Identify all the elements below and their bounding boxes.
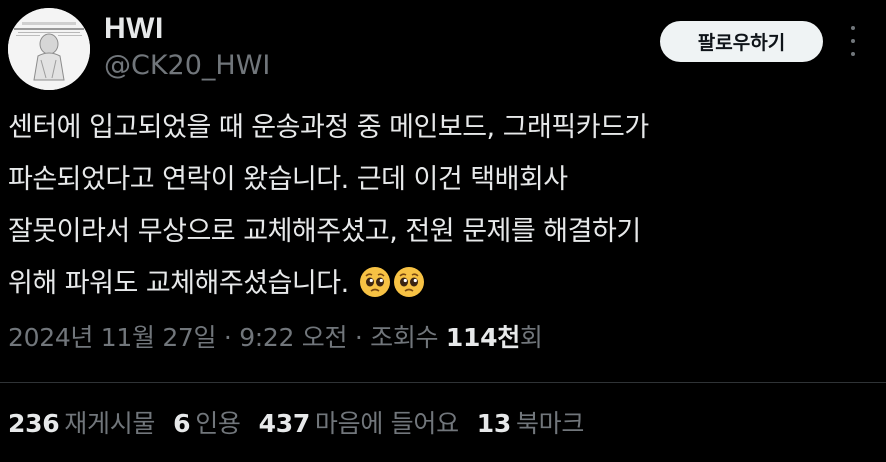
views-label-prefix: 조회수 [370,323,446,352]
reposts-count: 236 [8,409,60,438]
bookmarks-label: 북마크 [515,409,585,438]
author-display-name[interactable]: HWI [104,12,164,46]
pleading-face-emoji-icon [359,266,391,298]
quotes-count: 6 [173,409,191,438]
bookmarks-stat[interactable]: 13 북마크 [476,404,585,440]
engagement-stats: 236 재게시물 6 인용 437 마음에 들어요 13 북마크 [8,404,878,440]
tweet-text-line: 잘못이라서 무상으로 교체해주셨고, 전원 문제를 해결하기 [8,216,641,247]
quotes-stat[interactable]: 6 인용 [173,404,241,440]
divider [0,382,886,383]
views-count[interactable]: 114천 [446,323,520,352]
pleading-face-emoji-icon [393,266,425,298]
quotes-label: 인용 [195,409,241,438]
tweet-text-line: 파손되었다고 연락이 왔습니다. 근데 이건 택배회사 [8,164,568,195]
reposts-label: 재게시물 [64,409,156,438]
more-dots-icon[interactable] [846,26,860,56]
avatar-image [8,8,90,90]
views-label-suffix: 회 [519,323,543,352]
tweet-text-line-last: 위해 파워도 교체해주셨습니다. [8,258,868,310]
likes-stat[interactable]: 437 마음에 들어요 [259,404,459,440]
tweet-text-line: 위해 파워도 교체해주셨습니다. [8,268,349,299]
tweet: HWI @CK20_HWI 팔로우하기 센터에 입고되었을 때 운송과정 중 메… [0,0,886,462]
follow-button[interactable]: 팔로우하기 [660,21,823,62]
reposts-stat[interactable]: 236 재게시물 [8,404,155,440]
avatar[interactable] [8,8,90,90]
separator-dot: · [216,323,240,352]
bookmarks-count: 13 [476,409,512,438]
tweet-text: 센터에 입고되었을 때 운송과정 중 메인보드, 그래픽카드가 파손되었다고 연… [8,102,868,310]
separator-dot: · [347,323,371,352]
author-handle[interactable]: @CK20_HWI [104,50,270,81]
likes-count: 437 [258,409,311,438]
tweet-time[interactable]: 9:22 오전 [239,323,347,352]
likes-label: 마음에 들어요 [314,409,459,438]
tweet-meta: 2024년 11월 27일 · 9:22 오전 · 조회수 114천회 [8,318,878,354]
tweet-text-line: 센터에 입고되었을 때 운송과정 중 메인보드, 그래픽카드가 [8,112,649,143]
tweet-date[interactable]: 2024년 11월 27일 [8,323,217,352]
